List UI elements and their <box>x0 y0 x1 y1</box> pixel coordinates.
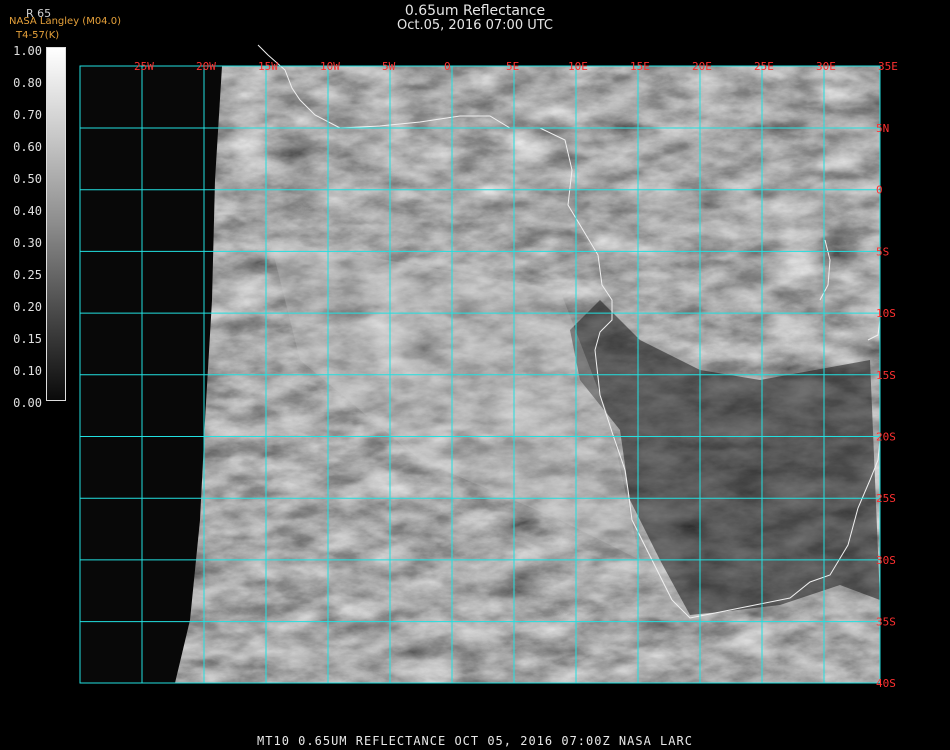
latitude-label: 0 <box>876 184 883 197</box>
longitude-label: 25W <box>134 60 154 73</box>
latitude-label: 30S <box>876 554 896 567</box>
latitude-label: 40S <box>876 677 896 690</box>
latitude-label: 10S <box>876 307 896 320</box>
footer-caption: MT10 0.65UM REFLECTANCE OCT 05, 2016 07:… <box>257 734 693 748</box>
longitude-label: 10E <box>568 60 588 73</box>
latitude-label: 5S <box>876 245 889 258</box>
longitude-label: 35E <box>878 60 898 73</box>
longitude-label: 5W <box>382 60 396 73</box>
satellite-image-viewer: 0.65um Reflectance Oct.05, 2016 07:00 UT… <box>0 0 950 750</box>
latitude-label: 5N <box>876 122 889 135</box>
latitude-label: 25S <box>876 492 896 505</box>
longitude-label: 30E <box>816 60 836 73</box>
longitude-label: 25E <box>754 60 774 73</box>
satellite-map: 25W 20W 15W 10W 5W 0 5E 10E 15E 20E 25E 30E 35E 5N 0 5… <box>79 44 898 690</box>
longitude-label: 15W <box>258 60 278 73</box>
latitude-label: 15S <box>876 369 896 382</box>
latitude-label: 20S <box>876 431 896 444</box>
longitude-label: 20W <box>196 60 216 73</box>
longitude-label: 0 <box>444 60 451 73</box>
longitude-label: 5E <box>506 60 519 73</box>
longitude-label: 20E <box>692 60 712 73</box>
latitude-label: 35S <box>876 616 896 629</box>
longitude-label: 10W <box>320 60 340 73</box>
longitude-label: 15E <box>630 60 650 73</box>
